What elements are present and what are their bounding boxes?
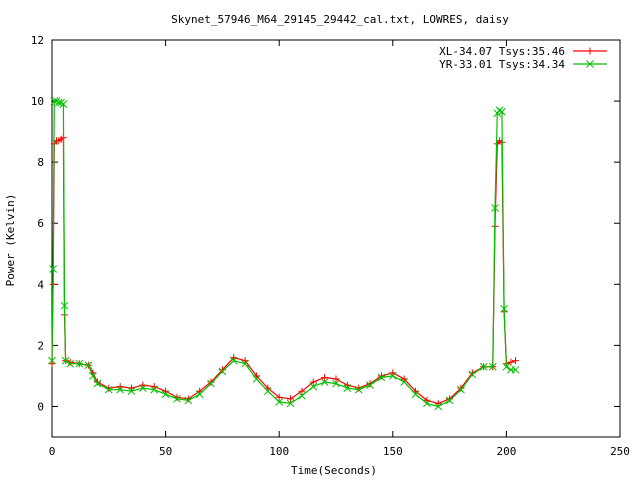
x-axis: 0 50 100 150 200 250	[49, 40, 630, 458]
legend-label: XL-34.07 Tsys:35.46	[439, 45, 565, 58]
x-axis-label: Time(Seconds)	[291, 464, 377, 477]
y-tick-label: 2	[37, 339, 44, 352]
y-tick-label: 0	[37, 400, 44, 413]
series-line	[51, 100, 516, 408]
y-axis-label: Power (Kelvin)	[4, 194, 17, 287]
legend: XL-34.07 Tsys:35.46YR-33.01 Tsys:34.34	[439, 45, 607, 71]
x-tick-label: 0	[49, 445, 56, 458]
legend-label: YR-33.01 Tsys:34.34	[439, 58, 565, 71]
chart-title: Skynet_57946_M64_29145_29442_cal.txt, LO…	[171, 13, 509, 26]
x-tick-label: 250	[610, 445, 630, 458]
x-tick-label: 150	[383, 445, 403, 458]
data-point	[511, 357, 519, 365]
x-tick-label: 100	[269, 445, 289, 458]
x-tick-label: 200	[496, 445, 516, 458]
y-tick-label: 12	[31, 34, 44, 47]
x-tick-label: 50	[159, 445, 172, 458]
chart: Skynet_57946_M64_29145_29442_cal.txt, LO…	[4, 13, 630, 477]
series-layer	[48, 97, 520, 411]
legend-marker	[586, 47, 594, 55]
series-1	[48, 134, 519, 407]
y-tick-label: 6	[37, 217, 44, 230]
y-axis: 0 2 4 6 8 10 12	[31, 34, 620, 413]
y-tick-label: 8	[37, 156, 44, 169]
series-2	[48, 97, 520, 411]
y-tick-label: 4	[37, 278, 44, 291]
data-point	[495, 106, 504, 115]
series-line	[51, 136, 516, 405]
y-tick-label: 10	[31, 95, 44, 108]
